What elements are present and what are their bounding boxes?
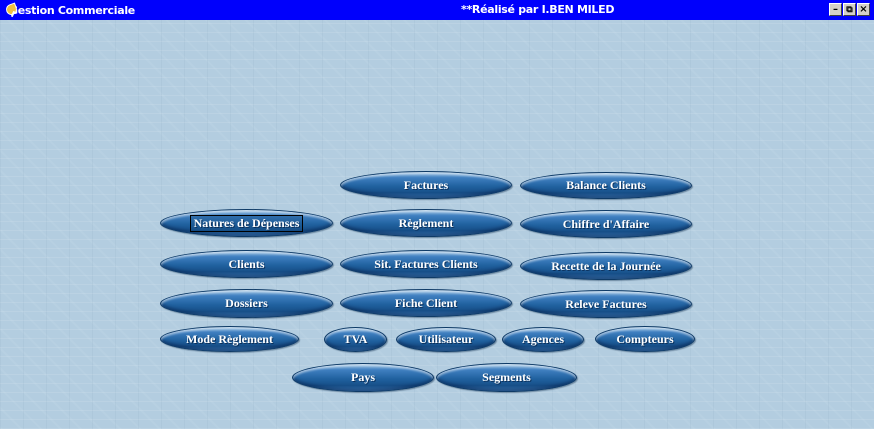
fiche-client-button[interactable]: Fiche Client: [340, 289, 512, 317]
app-title: Gestion Commerciale: [9, 3, 135, 17]
minimize-button[interactable]: –: [829, 3, 842, 16]
balance-clients-button[interactable]: Balance Clients: [520, 172, 692, 199]
close-button[interactable]: ×: [857, 3, 870, 16]
app-window: Gestion Commerciale **Réalisé par I.BEN …: [0, 0, 874, 429]
natures-depenses-label: Natures de Dépenses: [189, 214, 304, 232]
balance-clients-label: Balance Clients: [566, 178, 646, 192]
reglement-button[interactable]: Règlement: [340, 209, 512, 237]
minimize-icon: –: [833, 4, 838, 15]
sit-factures-clients-label: Sit. Factures Clients: [374, 256, 478, 271]
segments-button[interactable]: Segments: [436, 363, 577, 392]
pays-button[interactable]: Pays: [292, 363, 434, 392]
natures-depenses-button[interactable]: Natures de Dépenses: [160, 209, 333, 237]
pays-label: Pays: [351, 370, 375, 384]
recette-journee-label: Recette de la Journée: [551, 258, 661, 273]
sit-factures-clients-button[interactable]: Sit. Factures Clients: [340, 250, 512, 278]
close-icon: ×: [859, 4, 868, 15]
fiche-client-label: Fiche Client: [394, 295, 458, 310]
clients-button[interactable]: Clients: [160, 250, 333, 278]
restore-button[interactable]: ⧉: [843, 3, 856, 16]
recette-journee-button[interactable]: Recette de la Journée: [520, 252, 692, 280]
segments-label: Segments: [482, 370, 531, 384]
mode-reglement-button[interactable]: Mode Règlement: [160, 326, 299, 352]
releve-factures-button[interactable]: Releve Factures: [520, 290, 692, 318]
window-title: **Réalisé par I.BEN MILED: [461, 3, 615, 16]
title-bar[interactable]: Gestion Commerciale **Réalisé par I.BEN …: [0, 0, 874, 20]
utilisateur-button[interactable]: Utilisateur: [396, 327, 496, 352]
restore-icon: ⧉: [846, 5, 853, 15]
agences-button[interactable]: Agences: [502, 327, 584, 352]
chiffre-affaire-button[interactable]: Chiffre d'Affaire: [520, 210, 692, 238]
factures-label: Factures: [403, 177, 449, 192]
tva-button[interactable]: TVA: [324, 327, 387, 352]
mode-reglement-label: Mode Règlement: [186, 331, 273, 346]
agences-label: Agences: [522, 332, 564, 346]
tva-label: TVA: [343, 332, 368, 346]
utilisateur-label: Utilisateur: [418, 332, 474, 346]
factures-button[interactable]: Factures: [340, 171, 512, 199]
releve-factures-label: Releve Factures: [565, 296, 647, 311]
chiffre-affaire-label: Chiffre d'Affaire: [562, 216, 650, 231]
reglement-label: Règlement: [398, 215, 454, 230]
dossiers-button[interactable]: Dossiers: [160, 289, 333, 318]
clients-label: Clients: [228, 256, 265, 271]
compteurs-button[interactable]: Compteurs: [595, 326, 695, 352]
app-title-area: Gestion Commerciale: [0, 0, 135, 20]
dossiers-label: Dossiers: [225, 296, 268, 310]
compteurs-label: Compteurs: [616, 331, 674, 346]
